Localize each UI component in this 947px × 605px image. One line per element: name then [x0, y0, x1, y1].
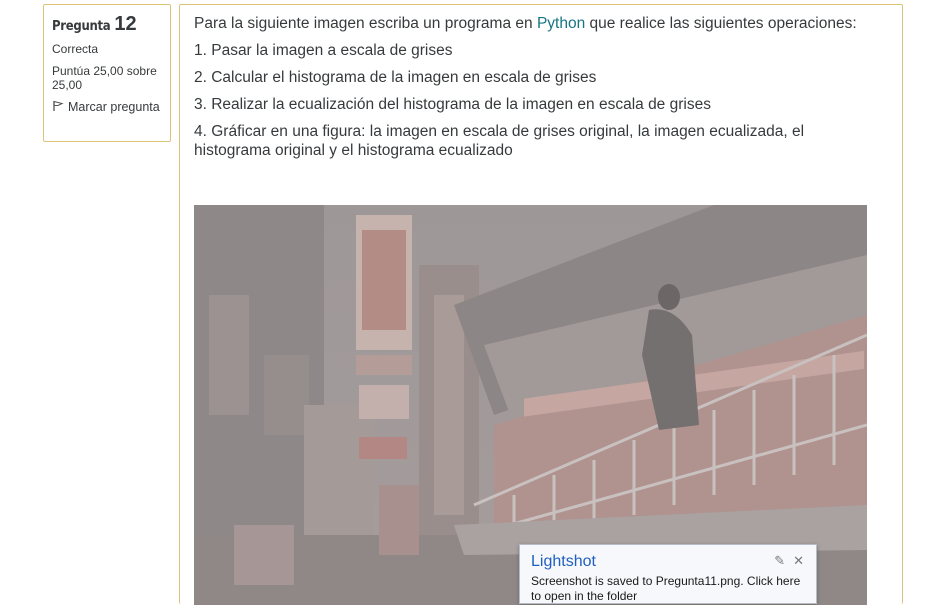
- notification-title: Lightshot: [531, 553, 596, 570]
- flag-question-label: Marcar pregunta: [68, 100, 160, 114]
- lightshot-notification[interactable]: Lightshot Screenshot is saved to Pregunt…: [519, 544, 817, 604]
- step-3: 3. Realizar la ecualización del histogra…: [194, 96, 711, 113]
- question-grade: Puntúa 25,00 sobre 25,00: [52, 64, 157, 92]
- step-4: 4. Gráficar en una figura: la imagen en …: [194, 123, 805, 159]
- close-icon[interactable]: ✕: [793, 553, 804, 569]
- notification-tools: ✎ ✕: [774, 553, 804, 569]
- notification-message[interactable]: Screenshot is saved to Pregunta11.png. C…: [531, 574, 805, 604]
- question-info-panel: Pregunta 12 Correcta Puntúa 25,00 sobre …: [43, 4, 171, 142]
- question-state: Correcta: [52, 42, 99, 56]
- flag-question-button[interactable]: Marcar pregunta: [52, 100, 162, 115]
- question-text: Para la siguiente imagen escriba un prog…: [194, 14, 884, 168]
- question-number: Pregunta 12: [52, 13, 162, 36]
- step-2: 2. Calcular el histograma de la imagen e…: [194, 69, 597, 86]
- flag-icon: [53, 100, 64, 111]
- step-1: 1. Pasar la imagen a escala de grises: [194, 42, 453, 59]
- question-number-value: 12: [114, 13, 137, 35]
- question-intro: Para la siguiente imagen escriba un prog…: [194, 14, 884, 33]
- question-content: Para la siguiente imagen escriba un prog…: [179, 4, 903, 605]
- python-link[interactable]: Python: [537, 15, 585, 32]
- pin-icon[interactable]: ✎: [774, 553, 785, 569]
- question-label: Pregunta: [52, 19, 111, 34]
- intro-before: Para la siguiente imagen escriba un prog…: [194, 15, 537, 32]
- intro-after: que realice las siguientes operaciones:: [585, 15, 857, 32]
